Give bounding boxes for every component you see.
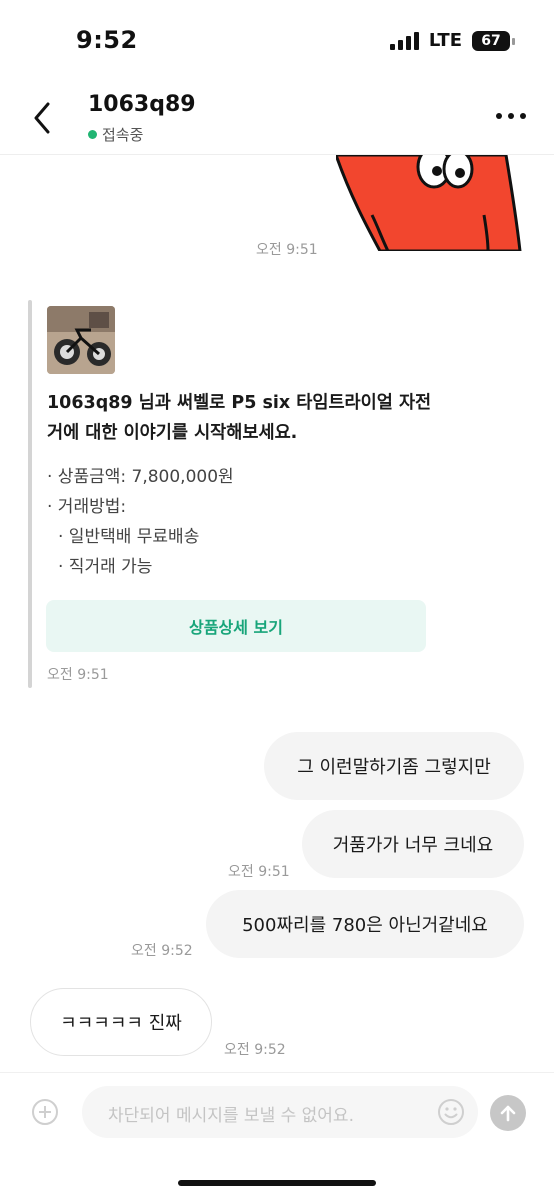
battery-icon: 67 [472,30,515,51]
online-status: 접속중 [88,124,143,145]
trade-method-delivery: · 일반택배 무료배송 [58,527,200,547]
message-time: 오전 9:51 [228,864,290,880]
product-thumbnail[interactable] [47,306,115,374]
chevron-left-icon [34,102,50,134]
arrow-up-icon [500,1105,516,1122]
message-time: 오전 9:52 [131,943,193,959]
message-text: 500짜리를 780은 아닌거같네요 [242,915,488,936]
network-type: LTE [428,30,462,51]
view-product-detail-button[interactable]: 상품상세 보기 [46,600,426,652]
trade-method-direct: · 직거래 가능 [58,557,153,577]
plus-circle-icon [32,1099,58,1125]
outgoing-message-bubble[interactable]: 500짜리를 780은 아닌거같네요 [206,890,524,958]
product-card-accent-bar [28,300,32,688]
input-divider [0,1072,554,1073]
message-time: 오전 9:52 [224,1042,286,1058]
product-intro-text: 1063q89 님과 써벨로 P5 six 타임트라이얼 자전거에 대한 이야기… [47,393,432,443]
online-status-label: 접속중 [102,126,144,144]
online-dot-icon [88,130,97,139]
battery-level: 67 [481,32,501,49]
home-indicator [178,1180,376,1186]
send-button[interactable] [490,1095,526,1131]
message-text: 그 이런말하기좀 그렇지만 [297,757,491,778]
product-price: · 상품금액: 7,800,000원 [47,467,234,487]
message-time: 오전 9:51 [47,667,109,683]
message-text: ㅋㅋㅋㅋㅋ 진짜 [60,1013,182,1034]
incoming-message-bubble[interactable]: ㅋㅋㅋㅋㅋ 진짜 [30,988,212,1056]
trade-method-label: · 거래방법: [47,497,127,517]
message-input[interactable]: 차단되어 메시지를 보낼 수 없어요. [82,1086,478,1138]
more-horizontal-icon [496,113,526,119]
message-text: 거품가가 너무 크네요 [332,835,494,856]
status-icons: LTE 67 [389,30,515,51]
more-options-button[interactable] [494,106,528,126]
smile-icon [438,1099,464,1125]
back-button[interactable] [26,98,62,138]
bicycle-photo-icon [47,306,115,374]
message-input-placeholder: 차단되어 메시지를 보낼 수 없어요. [108,1106,354,1126]
outgoing-message-bubble[interactable]: 그 이런말하기좀 그렇지만 [264,732,524,800]
outgoing-message-bubble[interactable]: 거품가가 너무 크네요 [302,810,524,878]
chat-partner-name: 1063q89 [88,92,196,117]
status-time: 9:52 [76,26,138,54]
red-character-sticker-icon [336,155,522,251]
emoji-button[interactable] [436,1097,466,1127]
attach-button[interactable] [30,1097,60,1127]
message-time: 오전 9:51 [256,242,318,258]
sticker-image[interactable] [336,155,522,251]
signal-icon [389,31,419,50]
